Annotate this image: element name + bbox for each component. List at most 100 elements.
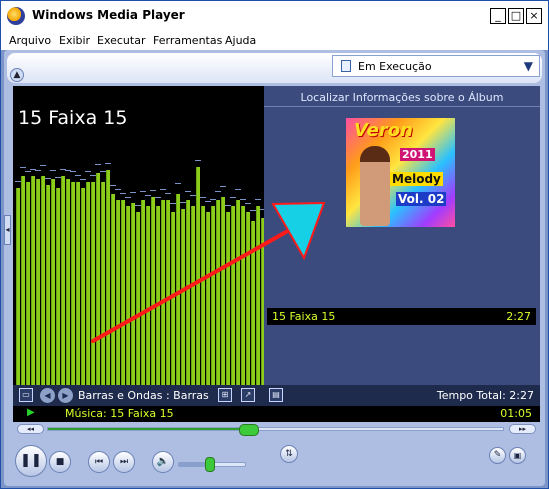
media-player-logo-icon [7, 7, 25, 25]
spectrum-bar [211, 206, 215, 385]
minimize-button[interactable]: _ [490, 8, 506, 24]
spectrum-bar [196, 167, 200, 385]
volume-thumb[interactable] [204, 457, 215, 472]
spectrum-peak [195, 160, 201, 161]
status-track-info: Música: 15 Faixa 15 [65, 407, 174, 420]
spectrum-peak [85, 171, 91, 172]
album-art-figure [360, 146, 390, 226]
close-button[interactable]: × [526, 8, 542, 24]
rewind-icon[interactable]: ◂◂ [17, 424, 44, 434]
now-playing-label: Em Execução [358, 60, 432, 73]
spectrum-bar [91, 182, 95, 385]
playlist-item-duration: 2:27 [506, 310, 531, 323]
spectrum-peak [230, 197, 236, 198]
spectrum-bar [41, 176, 45, 385]
maximize-button[interactable]: □ [508, 8, 524, 24]
album-art[interactable]: Veron 2011 Melody Vol. 02 [346, 118, 455, 227]
spectrum-peak [35, 170, 41, 171]
spectrum-peak [120, 193, 126, 194]
spectrum-peak [150, 190, 156, 191]
spectrum-peak [75, 175, 81, 176]
skin-mode-icon[interactable]: ▣ [509, 447, 526, 464]
spectrum-bar [16, 188, 20, 385]
open-window-button[interactable]: ↗ [241, 388, 255, 402]
sync-toggle-button[interactable]: ⇅ [280, 445, 298, 463]
now-playing-icon [341, 60, 351, 72]
spectrum-bar [216, 200, 220, 385]
spectrum-bar [256, 206, 260, 385]
next-track-button[interactable]: ⏭ [113, 451, 135, 473]
spectrum-peak [25, 171, 31, 172]
spectrum-bar [101, 182, 105, 385]
playlist-menu-button[interactable]: ▤ [269, 388, 283, 402]
stop-button[interactable]: ■ [49, 451, 71, 473]
spectrum-bar [86, 182, 90, 385]
previous-track-button[interactable]: ⏮ [88, 451, 110, 473]
visualization-track-title: 15 Faixa 15 [18, 107, 128, 129]
spectrum-bar [171, 212, 175, 385]
show-taskbar-icon[interactable]: ▲ [10, 68, 24, 82]
spectrum-peak [125, 197, 131, 198]
spectrum-peak [235, 189, 241, 190]
volume-slider[interactable] [178, 457, 246, 472]
spectrum-bar [116, 200, 120, 385]
spectrum-peak [245, 203, 251, 204]
spectrum-bar [31, 176, 35, 385]
mute-button[interactable]: 🔈 [152, 451, 174, 473]
menu-executar[interactable]: Executar [97, 34, 146, 47]
edit-icon[interactable]: ✎ [489, 447, 506, 464]
spectrum-bar [191, 206, 195, 385]
album-art-year: 2011 [400, 148, 435, 161]
spectrum-bar [71, 182, 75, 385]
menu-bar: Arquivo Exibir Executar Ferramentas Ajud… [1, 31, 548, 50]
spectrum-bar [26, 182, 30, 385]
seek-bar[interactable] [47, 424, 504, 436]
spectrum-bar [251, 221, 255, 385]
find-album-info-link[interactable]: Localizar Informações sobre o Álbum [264, 91, 540, 104]
spectrum-bar [66, 179, 70, 385]
album-art-line2: Vol. 02 [396, 192, 447, 206]
playlist-item-name: 15 Faixa 15 [272, 310, 336, 323]
album-art-brand: Veron [354, 120, 413, 141]
spectrum-bar [176, 194, 180, 385]
spectrum-peak [200, 197, 206, 198]
title-bar[interactable]: Windows Media Player _ □ × [1, 1, 548, 31]
spectrum-peak [40, 165, 46, 166]
pause-button[interactable]: ❚❚ [15, 445, 47, 477]
fast-forward-icon[interactable]: ▸▸ [509, 424, 536, 434]
spectrum-bar [96, 173, 100, 385]
next-visualization-button[interactable]: ▶ [58, 388, 73, 403]
visualization-pane[interactable]: 15 Faixa 15 [13, 86, 264, 385]
menu-arquivo[interactable]: Arquivo [9, 34, 51, 47]
spectrum-bar [186, 200, 190, 385]
spectrum-peak [140, 191, 146, 192]
previous-visualization-button[interactable]: ◀ [40, 388, 55, 403]
seek-thumb[interactable] [239, 424, 260, 436]
seek-bar-progress [48, 428, 249, 430]
visualization-menu-button[interactable]: ▭ [19, 388, 33, 402]
spectrum-peak [70, 171, 76, 172]
spectrum-peak [155, 197, 161, 198]
chevron-down-icon: ▼ [523, 59, 533, 73]
menu-ferramentas[interactable]: Ferramentas [153, 34, 222, 47]
spectrum-bar [61, 176, 65, 385]
menu-exibir[interactable]: Exibir [59, 34, 90, 47]
playlist-item[interactable]: 15 Faixa 15 2:27 [267, 308, 536, 325]
spectrum-peak [105, 163, 111, 164]
status-bar: ▶ Música: 15 Faixa 15 01:05 [13, 406, 540, 422]
collapse-panel-handle[interactable]: ◂ [4, 215, 11, 245]
spectrum-peak [215, 191, 221, 192]
menu-ajuda[interactable]: Ajuda [225, 34, 256, 47]
spectrum-bar [121, 200, 125, 385]
fullscreen-button[interactable]: ⊞ [218, 388, 232, 402]
media-player-window: Windows Media Player _ □ × Arquivo Exibi… [0, 0, 549, 489]
now-playing-dropdown[interactable]: Em Execução ▼ [332, 55, 540, 77]
album-art-line1: Melody [390, 172, 443, 186]
total-time: Tempo Total: 2:27 [436, 389, 534, 402]
spectrum-bar [56, 188, 60, 385]
spectrum-bar [21, 176, 25, 385]
spectrum-peak [165, 193, 171, 194]
spectrum-peak [95, 164, 101, 165]
spectrum-bar [206, 212, 210, 385]
playing-status-icon: ▶ [27, 407, 35, 418]
